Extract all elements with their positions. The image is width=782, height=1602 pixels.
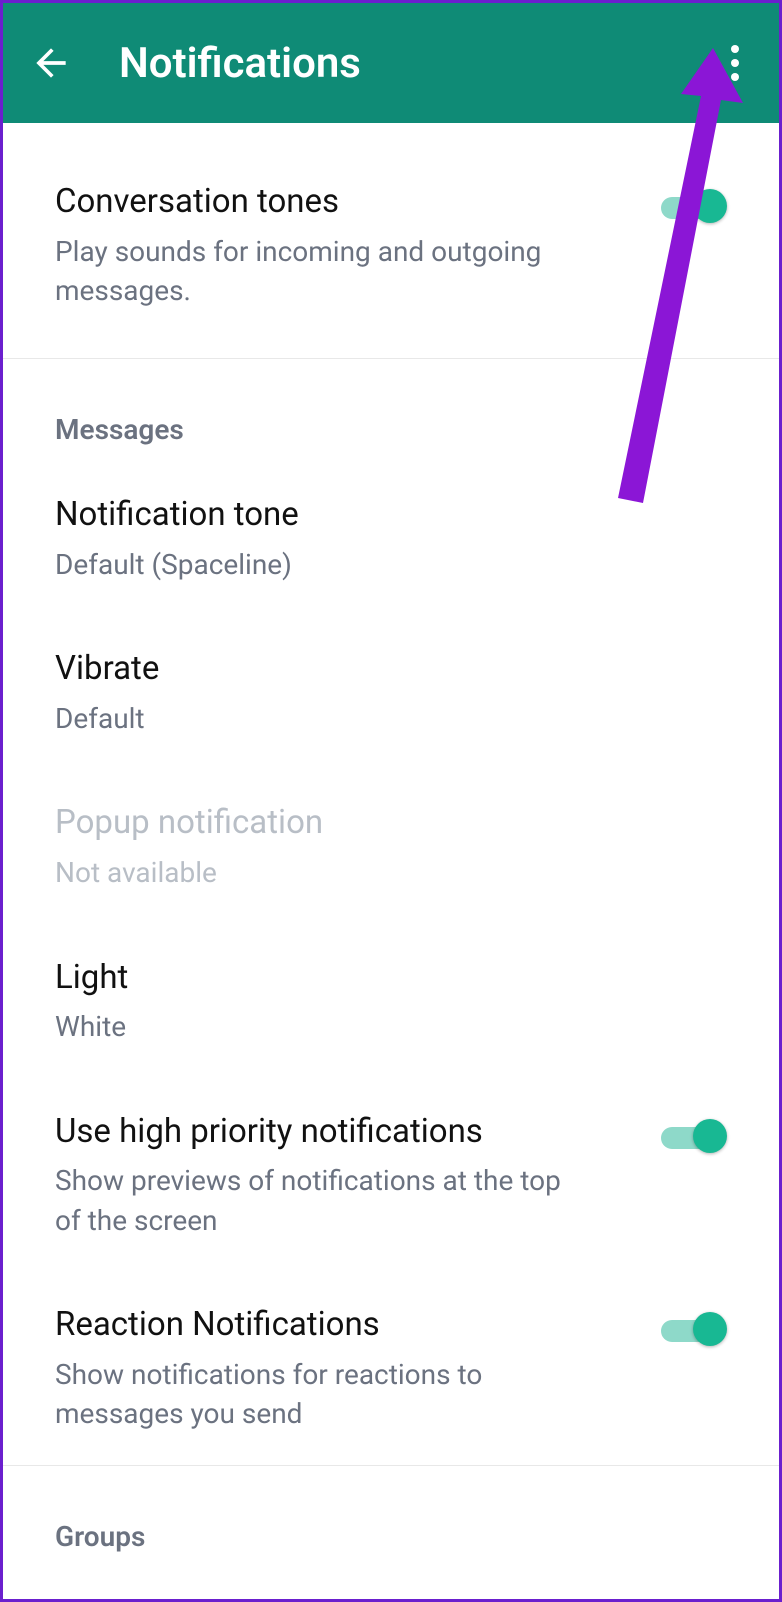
setting-subtitle: White [55,1007,575,1046]
setting-title: Light [55,957,727,1000]
conversation-tones-row[interactable]: Conversation tones Play sounds for incom… [3,123,779,358]
setting-title: Reaction Notifications [55,1304,641,1347]
reaction-toggle[interactable] [661,1310,727,1350]
setting-subtitle: Default (Spaceline) [55,545,575,584]
high-priority-row[interactable]: Use high priority notifications Show pre… [3,1079,779,1272]
high-priority-toggle[interactable] [661,1117,727,1157]
setting-subtitle: Show notifications for reactions to mess… [55,1355,575,1433]
reaction-notifications-row[interactable]: Reaction Notifications Show notification… [3,1272,779,1465]
setting-title: Popup notification [55,802,727,845]
notification-tone-row[interactable]: Notification tone Default (Spaceline) [3,462,779,616]
page-title: Notifications [119,39,671,88]
setting-title: Vibrate [55,648,727,691]
light-row[interactable]: Light White [3,925,779,1079]
setting-title: Use high priority notifications [55,1111,641,1154]
back-arrow-icon [29,41,73,85]
appbar: Notifications [3,3,779,123]
section-header-messages: Messages [3,359,779,462]
overflow-menu-button[interactable] [711,35,759,91]
popup-notification-row: Popup notification Not available [3,770,779,924]
more-vert-icon [731,45,739,81]
setting-subtitle: Show previews of notifications at the to… [55,1161,575,1239]
settings-list: Conversation tones Play sounds for incom… [3,123,779,1569]
vibrate-row[interactable]: Vibrate Default [3,616,779,770]
section-header-groups: Groups [3,1466,779,1569]
setting-subtitle: Not available [55,853,575,892]
conversation-tones-toggle[interactable] [661,187,727,227]
back-button[interactable] [23,35,79,91]
setting-subtitle: Default [55,699,575,738]
setting-subtitle: Play sounds for incoming and outgoing me… [55,232,575,310]
setting-title: Notification tone [55,494,727,537]
setting-title: Conversation tones [55,181,641,224]
